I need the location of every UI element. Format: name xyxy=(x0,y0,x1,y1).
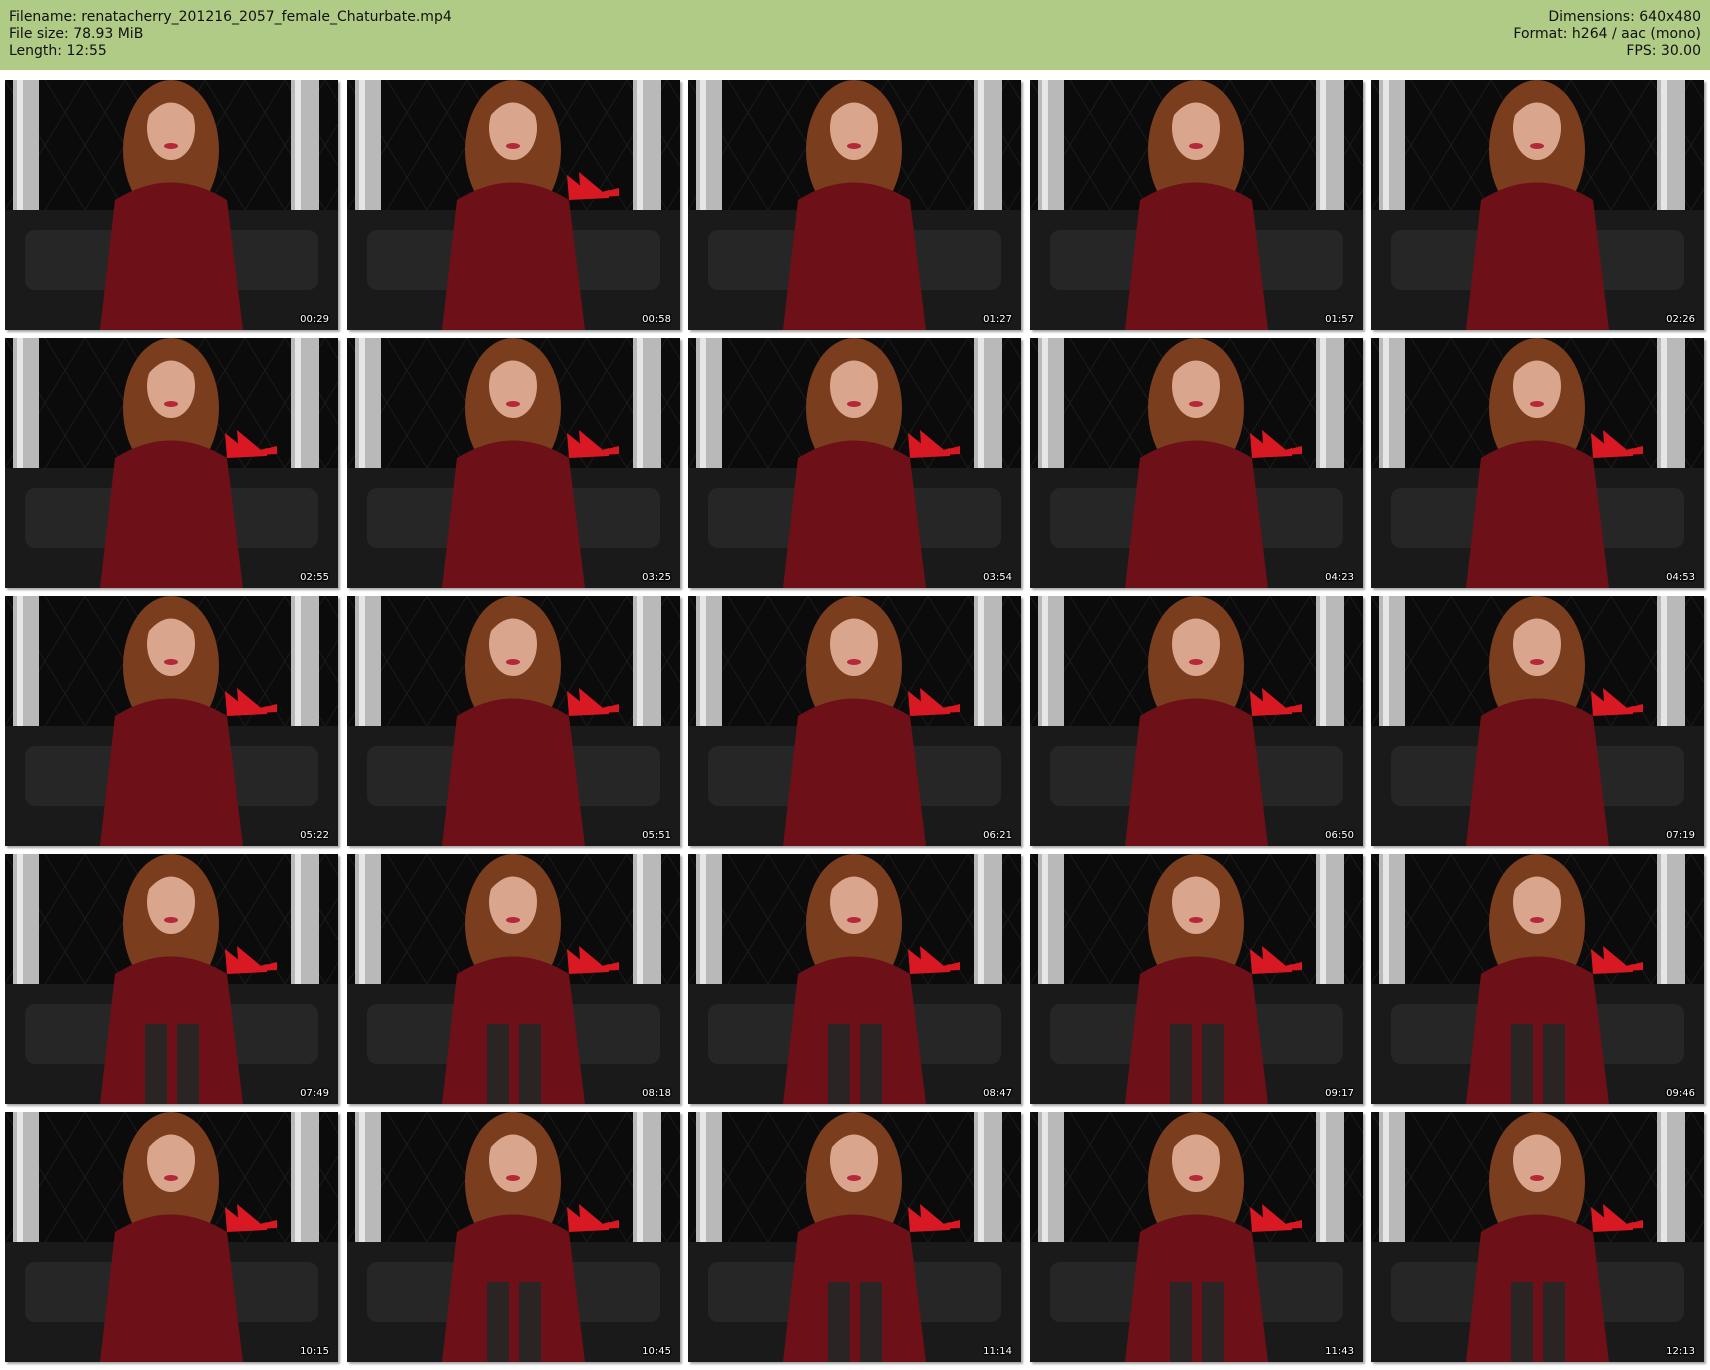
frame-timestamp: 04:23 xyxy=(1325,572,1354,583)
frame-timestamp: 05:51 xyxy=(642,830,671,841)
frame-timestamp: 01:57 xyxy=(1325,314,1354,325)
video-frame-thumbnail: 05:51 xyxy=(347,596,680,846)
frame-image xyxy=(5,1112,338,1362)
frame-image xyxy=(688,1112,1021,1362)
video-frame-thumbnail: 06:50 xyxy=(1030,596,1363,846)
video-frame-thumbnail: 03:54 xyxy=(688,338,1021,588)
frame-timestamp: 08:18 xyxy=(642,1088,671,1099)
frame-image xyxy=(347,80,680,330)
frame-image xyxy=(688,338,1021,588)
video-frame-thumbnail: 12:13 xyxy=(1371,1112,1704,1362)
video-frame-thumbnail: 01:27 xyxy=(688,80,1021,330)
video-frame-thumbnail: 04:53 xyxy=(1371,338,1704,588)
file-info: Filename: renatacherry_201216_2057_femal… xyxy=(9,9,452,60)
frame-image xyxy=(1371,338,1704,588)
dimensions-text: Dimensions: 640x480 xyxy=(1548,9,1701,25)
frame-timestamp: 03:25 xyxy=(642,572,671,583)
frame-image xyxy=(347,596,680,846)
frame-image xyxy=(1030,338,1363,588)
video-frame-thumbnail: 03:25 xyxy=(347,338,680,588)
frame-timestamp: 12:13 xyxy=(1666,1346,1695,1357)
stream-info: Dimensions: 640x480 Format: h264 / aac (… xyxy=(1513,9,1701,60)
frame-image xyxy=(1030,596,1363,846)
video-frame-thumbnail: 10:45 xyxy=(347,1112,680,1362)
frame-timestamp: 09:46 xyxy=(1666,1088,1695,1099)
video-frame-thumbnail: 08:18 xyxy=(347,854,680,1104)
video-frame-thumbnail: 07:19 xyxy=(1371,596,1704,846)
frame-timestamp: 07:19 xyxy=(1666,830,1695,841)
frame-image xyxy=(1030,854,1363,1104)
filesize-text: File size: 78.93 MiB xyxy=(9,26,144,42)
frame-timestamp: 04:53 xyxy=(1666,572,1695,583)
frame-image xyxy=(347,1112,680,1362)
video-frame-thumbnail: 08:47 xyxy=(688,854,1021,1104)
frame-image xyxy=(5,596,338,846)
thumbnail-grid: 00:29 00:58 01:27 01:57 02:26 02:55 03:25 03:54… xyxy=(5,80,1705,1366)
frame-image xyxy=(1371,1112,1704,1362)
frame-image xyxy=(347,854,680,1104)
video-frame-thumbnail: 07:49 xyxy=(5,854,338,1104)
frame-image xyxy=(1371,596,1704,846)
video-frame-thumbnail: 00:58 xyxy=(347,80,680,330)
frame-timestamp: 02:26 xyxy=(1666,314,1695,325)
video-frame-thumbnail: 09:17 xyxy=(1030,854,1363,1104)
video-frame-thumbnail: 02:55 xyxy=(5,338,338,588)
format-text: Format: h264 / aac (mono) xyxy=(1513,26,1701,42)
fps-text: FPS: 30.00 xyxy=(1626,43,1701,59)
frame-image xyxy=(5,80,338,330)
frame-timestamp: 05:22 xyxy=(300,830,329,841)
video-frame-thumbnail: 02:26 xyxy=(1371,80,1704,330)
frame-image xyxy=(688,596,1021,846)
video-frame-thumbnail: 01:57 xyxy=(1030,80,1363,330)
frame-timestamp: 11:14 xyxy=(983,1346,1012,1357)
frame-timestamp: 10:15 xyxy=(300,1346,329,1357)
video-frame-thumbnail: 09:46 xyxy=(1371,854,1704,1104)
frame-image xyxy=(347,338,680,588)
frame-timestamp: 06:21 xyxy=(983,830,1012,841)
video-frame-thumbnail: 10:15 xyxy=(5,1112,338,1362)
frame-image xyxy=(1371,80,1704,330)
frame-image xyxy=(5,854,338,1104)
video-frame-thumbnail: 00:29 xyxy=(5,80,338,330)
frame-image xyxy=(5,338,338,588)
frame-timestamp: 09:17 xyxy=(1325,1088,1354,1099)
frame-timestamp: 00:29 xyxy=(300,314,329,325)
frame-image xyxy=(1371,854,1704,1104)
frame-timestamp: 06:50 xyxy=(1325,830,1354,841)
frame-timestamp: 02:55 xyxy=(300,572,329,583)
video-frame-thumbnail: 05:22 xyxy=(5,596,338,846)
frame-timestamp: 07:49 xyxy=(300,1088,329,1099)
frame-image xyxy=(1030,1112,1363,1362)
video-frame-thumbnail: 04:23 xyxy=(1030,338,1363,588)
frame-image xyxy=(688,80,1021,330)
frame-timestamp: 10:45 xyxy=(642,1346,671,1357)
frame-timestamp: 11:43 xyxy=(1325,1346,1354,1357)
video-frame-thumbnail: 11:14 xyxy=(688,1112,1021,1362)
frame-image xyxy=(1030,80,1363,330)
frame-timestamp: 01:27 xyxy=(983,314,1012,325)
length-text: Length: 12:55 xyxy=(9,43,107,59)
video-frame-thumbnail: 06:21 xyxy=(688,596,1021,846)
frame-timestamp: 00:58 xyxy=(642,314,671,325)
video-frame-thumbnail: 11:43 xyxy=(1030,1112,1363,1362)
frame-timestamp: 03:54 xyxy=(983,572,1012,583)
filename-text: Filename: renatacherry_201216_2057_femal… xyxy=(9,9,452,25)
info-header: Filename: renatacherry_201216_2057_femal… xyxy=(0,0,1710,70)
frame-image xyxy=(688,854,1021,1104)
frame-timestamp: 08:47 xyxy=(983,1088,1012,1099)
